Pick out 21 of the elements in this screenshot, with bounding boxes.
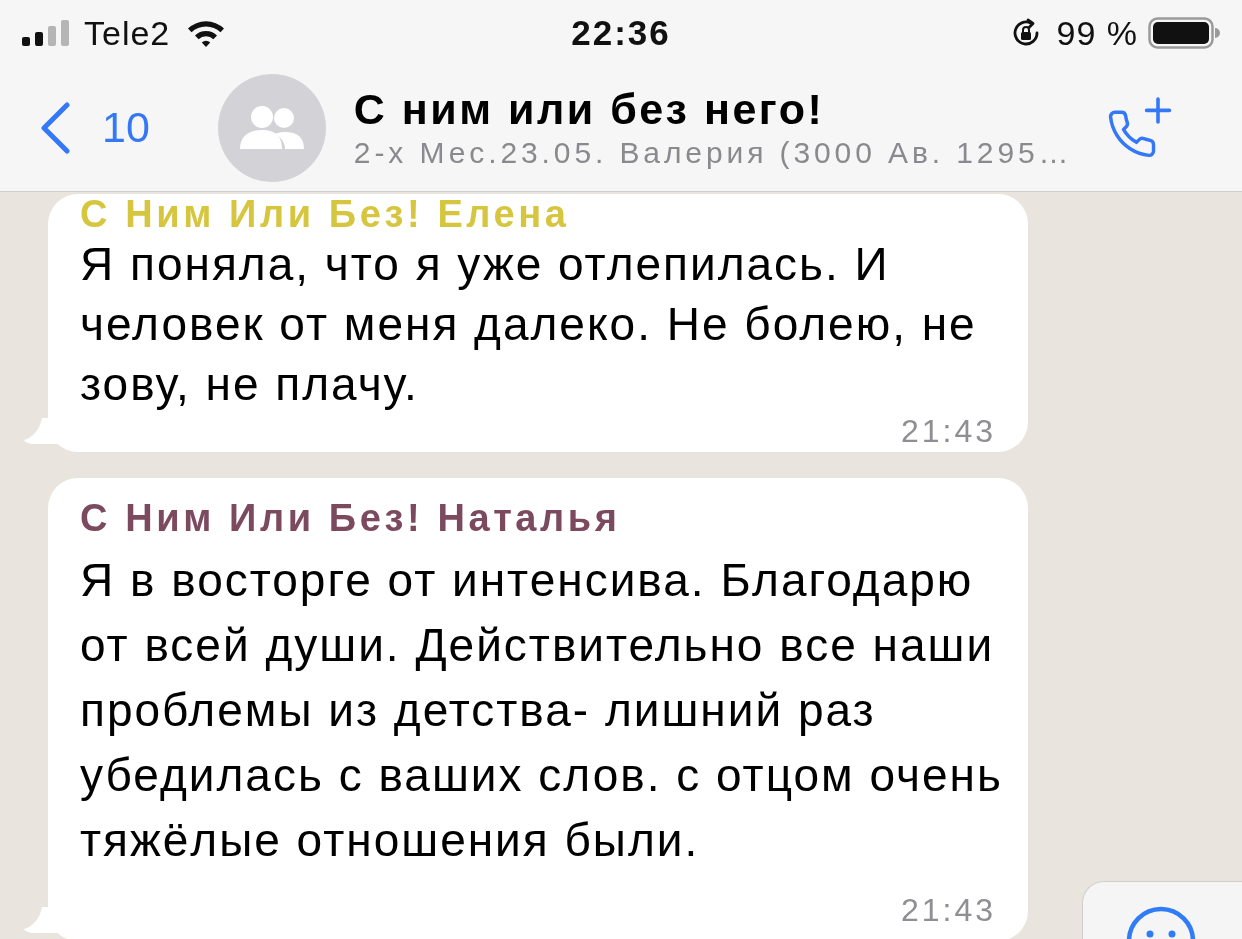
add-call-icon [1106, 95, 1172, 160]
chat-title: С ним или без него! [353, 83, 826, 134]
back-chevron-icon [40, 101, 70, 154]
battery-percent: 99 % [1056, 12, 1138, 54]
message-text: Я в восторге от интенсива. Благодарю от всей души. Действительно все наши проблемы из детства- лишний раз убедилась с ваших слов. с отцом очень тяжёлые отношения были. [80, 553, 1004, 868]
wifi-icon [186, 18, 227, 48]
clock: 22:36 [571, 11, 671, 54]
add-call-button[interactable] [1106, 95, 1172, 160]
carrier-name: Tele2 [84, 12, 171, 54]
chat-subtitle: 2-х Мес.23.05. Валерия (3000 Ав. 1295… [353, 134, 1073, 171]
battery-icon [1148, 17, 1220, 49]
sender-name: С Ним Или Без! Наталья [80, 498, 622, 538]
message-text: Я поняла, что я уже отлепилась. И человек от меня далеко. Не болею, не зову, не плачу. [80, 237, 978, 412]
message-time: 21:43 [900, 414, 996, 448]
smiley-icon [1125, 905, 1196, 939]
signal-icon [22, 20, 70, 46]
back-button[interactable]: 10 [40, 95, 150, 160]
group-icon [237, 104, 306, 151]
sender-name: С Ним Или Без! Елена [80, 196, 571, 232]
emoji-button[interactable] [1082, 881, 1242, 939]
message-time: 21:43 [900, 893, 996, 927]
